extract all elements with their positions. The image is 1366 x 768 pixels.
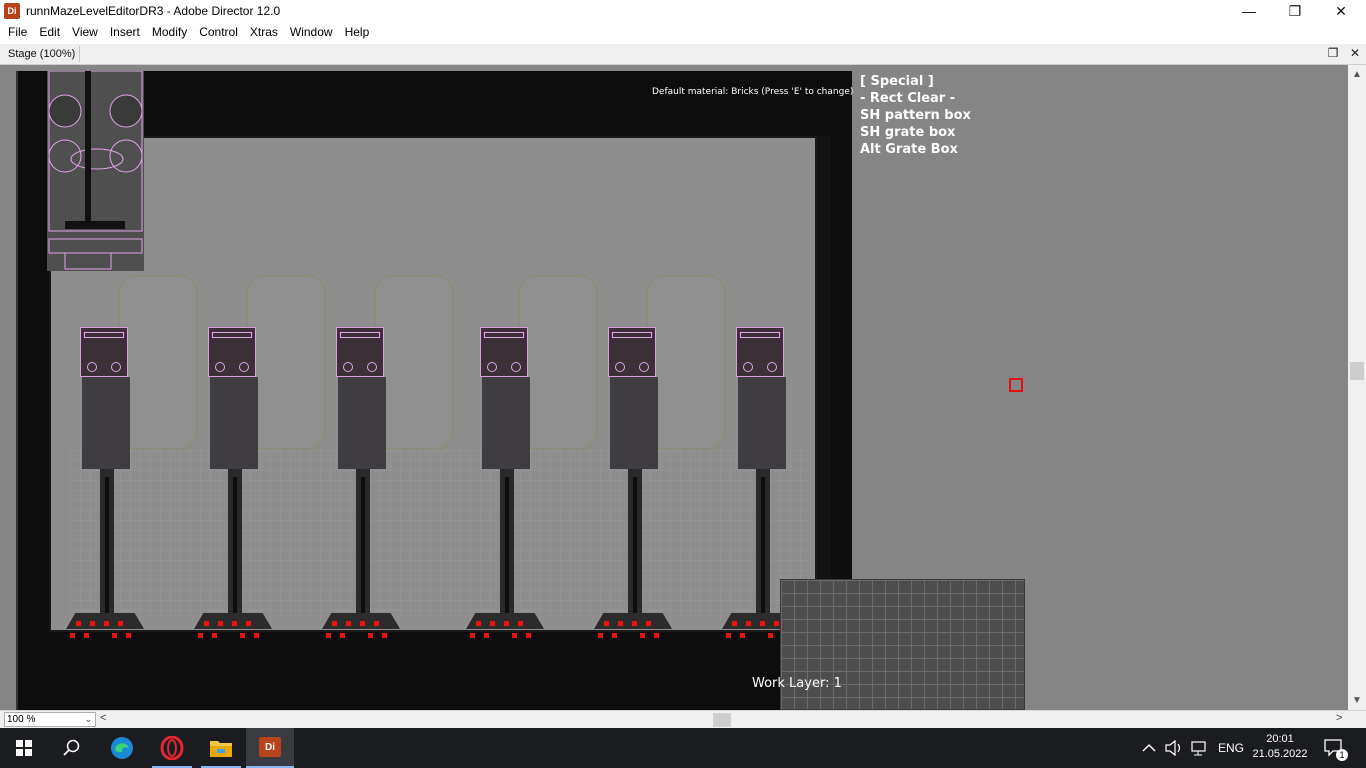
default-material-label: Default material: Bricks (Press 'E' to c… bbox=[652, 87, 854, 97]
menu-view[interactable]: View bbox=[66, 22, 104, 43]
menu-help[interactable]: Help bbox=[339, 22, 376, 43]
director-taskbar-icon: Di bbox=[259, 737, 281, 757]
pillar-base bbox=[466, 613, 544, 643]
volume-icon[interactable] bbox=[1165, 728, 1183, 768]
machine-outline-icon bbox=[48, 70, 143, 270]
level-machine-block bbox=[47, 70, 144, 271]
menu-window[interactable]: Window bbox=[284, 22, 339, 43]
pillar-base bbox=[194, 613, 272, 643]
tool-sh-grate-box[interactable]: SH grate box bbox=[860, 124, 971, 141]
folder-icon bbox=[210, 741, 232, 757]
pillar-body bbox=[82, 377, 130, 469]
tool-alt-grate-box[interactable]: Alt Grate Box bbox=[860, 141, 971, 158]
edge-icon bbox=[111, 737, 133, 759]
menu-modify[interactable]: Modify bbox=[146, 22, 193, 43]
director-app-icon: Di bbox=[4, 3, 20, 19]
notification-button[interactable]: 1 bbox=[1324, 728, 1348, 768]
scroll-left-icon[interactable]: < bbox=[100, 712, 106, 724]
tool-sh-pattern-box[interactable]: SH pattern box bbox=[860, 107, 971, 124]
pillar-rod bbox=[361, 477, 365, 617]
clock-time: 20:01 bbox=[1266, 733, 1294, 745]
zoom-select[interactable]: 100 % ⌄ bbox=[4, 712, 96, 727]
tray-chevron-up-icon[interactable] bbox=[1142, 728, 1156, 768]
clock-date: 21.05.2022 bbox=[1252, 748, 1308, 760]
close-button[interactable]: ✕ bbox=[1318, 0, 1364, 22]
network-icon[interactable] bbox=[1190, 728, 1208, 768]
vertical-scrollbar[interactable]: ▲ ▼ bbox=[1348, 65, 1366, 710]
stage-status-bar: 100 % ⌄ < > bbox=[0, 710, 1366, 728]
pillar-rod bbox=[633, 477, 637, 617]
pillar-base bbox=[66, 613, 144, 643]
work-layer-label: Work Layer: 1 bbox=[752, 676, 842, 691]
file-explorer-button[interactable] bbox=[197, 728, 245, 768]
restore-button[interactable]: ❐ bbox=[1272, 0, 1318, 22]
minimize-button[interactable]: — bbox=[1226, 0, 1272, 22]
background-panel bbox=[518, 275, 598, 450]
menu-xtras[interactable]: Xtras bbox=[244, 22, 284, 43]
opera-browser-button[interactable] bbox=[148, 728, 196, 768]
menu-bar: File Edit View Insert Modify Control Xtr… bbox=[0, 22, 1366, 43]
scroll-right-icon[interactable]: > bbox=[1336, 712, 1342, 724]
tool-rect-clear[interactable]: - Rect Clear - bbox=[860, 90, 971, 107]
window-title: runnMazeLevelEditorDR3 - Adobe Director … bbox=[26, 4, 281, 18]
pillar-rod bbox=[105, 477, 109, 617]
stage-restore-icon[interactable]: ❐ bbox=[1323, 46, 1343, 60]
zoom-value: 100 % bbox=[7, 714, 36, 725]
director-taskbar-button[interactable]: Di bbox=[246, 728, 294, 768]
background-panel bbox=[118, 275, 198, 450]
windows-logo-icon bbox=[16, 740, 32, 756]
pillar-rod bbox=[233, 477, 237, 617]
stage-tab[interactable]: Stage (100%) bbox=[4, 46, 81, 62]
editor-cursor bbox=[1009, 378, 1023, 392]
notification-count-badge: 1 bbox=[1336, 749, 1348, 761]
search-icon bbox=[63, 739, 80, 756]
background-panel bbox=[246, 275, 326, 450]
menu-file[interactable]: File bbox=[2, 22, 33, 43]
pillar-body bbox=[610, 377, 658, 469]
scroll-down-icon[interactable]: ▼ bbox=[1348, 695, 1366, 706]
background-panel bbox=[374, 275, 454, 450]
special-header: [ Special ] bbox=[860, 74, 934, 89]
stage-panel-header: Stage (100%) ❐ ✕ bbox=[0, 44, 1366, 65]
stage-viewport[interactable]: Default material: Bricks (Press 'E' to c… bbox=[0, 65, 1348, 710]
pillar-head bbox=[736, 327, 784, 377]
pillar-base bbox=[594, 613, 672, 643]
background-grate bbox=[70, 450, 810, 620]
vertical-scroll-thumb[interactable] bbox=[1350, 362, 1364, 380]
director-window: Di runnMazeLevelEditorDR3 - Adobe Direct… bbox=[0, 0, 1366, 768]
title-bar: Di runnMazeLevelEditorDR3 - Adobe Direct… bbox=[0, 0, 1366, 22]
opera-icon bbox=[160, 736, 184, 760]
stage-close-icon[interactable]: ✕ bbox=[1345, 46, 1365, 60]
menu-control[interactable]: Control bbox=[193, 22, 244, 43]
background-panel bbox=[646, 275, 726, 450]
horizontal-scroll-thumb[interactable] bbox=[713, 713, 731, 727]
windows-taskbar: Di ENG 20:01 21.05.2022 1 bbox=[0, 728, 1366, 768]
pillar-body bbox=[482, 377, 530, 469]
start-button[interactable] bbox=[0, 728, 48, 768]
menu-insert[interactable]: Insert bbox=[104, 22, 146, 43]
chevron-down-icon: ⌄ bbox=[84, 714, 92, 724]
pillar-head bbox=[480, 327, 528, 377]
pillar-body bbox=[738, 377, 786, 469]
pillar-rod bbox=[505, 477, 509, 617]
special-tools-list: [ Special ] - Rect Clear - SH pattern bo… bbox=[860, 73, 971, 158]
pillar-base bbox=[322, 613, 400, 643]
edge-browser-button[interactable] bbox=[98, 728, 146, 768]
pillar-body bbox=[210, 377, 258, 469]
pillar-body bbox=[338, 377, 386, 469]
scroll-up-icon[interactable]: ▲ bbox=[1348, 69, 1366, 80]
taskbar-clock[interactable]: 20:01 21.05.2022 bbox=[1248, 732, 1312, 762]
search-button[interactable] bbox=[48, 728, 96, 768]
menu-edit[interactable]: Edit bbox=[33, 22, 66, 43]
pillar-head bbox=[80, 327, 128, 377]
pillar-head bbox=[336, 327, 384, 377]
pillar-head bbox=[208, 327, 256, 377]
pillar-head bbox=[608, 327, 656, 377]
language-indicator[interactable]: ENG bbox=[1218, 728, 1244, 768]
pillar-rod bbox=[761, 477, 765, 617]
